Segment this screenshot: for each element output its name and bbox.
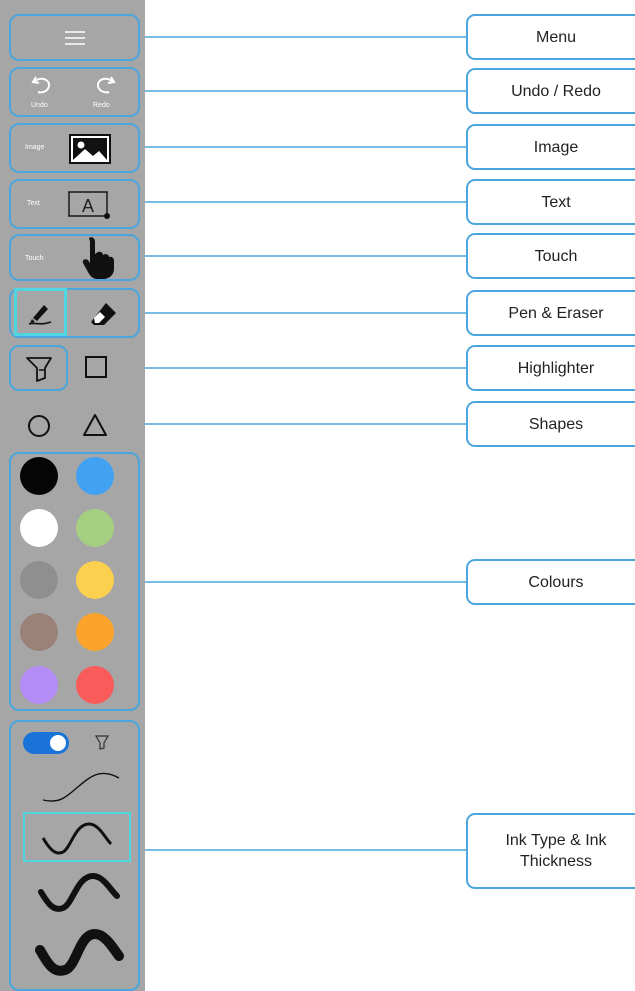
colour-swatch-black[interactable] [20,457,58,495]
image-label: Image [25,144,45,151]
image-button[interactable]: Image [9,123,140,173]
ink-thick-option[interactable] [37,866,123,916]
callout-pen-eraser: Pen & Eraser [466,290,635,336]
callout-ink: Ink Type & Ink Thickness [466,813,635,889]
colour-swatch-orange[interactable] [76,613,114,651]
colour-swatch-yellow[interactable] [76,561,114,599]
pen-icon [28,305,52,325]
redo-label: Redo [93,102,110,109]
undo-redo-group: Undo Redo [9,67,140,117]
pencil-tip-icon [95,735,109,750]
pen-button[interactable] [14,288,67,336]
callout-image: Image [466,124,635,170]
triangle-icon[interactable] [82,412,108,438]
undo-button[interactable]: Undo [11,69,73,115]
callout-touch: Touch [466,233,635,279]
callout-shapes: Shapes [466,401,635,447]
ink-extra-thick-option[interactable] [35,920,125,982]
ink-medium-stroke [41,822,113,855]
ink-thin-option[interactable] [39,766,123,806]
redo-icon [96,76,116,94]
menu-button[interactable] [9,14,140,61]
callout-menu: Menu [466,14,635,60]
undo-icon [31,76,51,94]
image-icon [69,134,111,164]
toggle-knob [50,735,66,751]
highlighter-button[interactable] [9,345,68,391]
toolbar-sidebar: Undo Redo Image Text A Touch [0,0,145,991]
rectangle-icon[interactable] [84,355,108,379]
text-button[interactable]: Text A [9,179,140,229]
eraser-icon [91,303,116,325]
callout-colours: Colours [466,559,635,605]
ink-medium-option[interactable] [23,812,131,862]
circle-icon[interactable] [26,413,52,439]
text-label: Text [27,200,40,207]
hamburger-icon [65,31,85,45]
callout-highlighter: Highlighter [466,345,635,391]
text-box-icon: A [68,191,110,219]
touch-button[interactable]: Touch [9,234,140,281]
colour-swatch-white[interactable] [20,509,58,547]
colour-swatch-blue[interactable] [76,457,114,495]
redo-button[interactable]: Redo [73,69,138,115]
colour-swatch-grey[interactable] [20,561,58,599]
eraser-button[interactable] [73,290,138,336]
colour-swatch-green[interactable] [76,509,114,547]
colour-swatch-brown[interactable] [20,613,58,651]
touch-label: Touch [25,255,44,262]
callout-text: Text [466,179,635,225]
pen-eraser-group [9,288,140,338]
ink-type-toggle[interactable] [23,732,69,754]
callout-undo-redo: Undo / Redo [466,68,635,114]
highlighter-icon [26,357,52,382]
ink-panel [9,720,140,991]
hand-pointer-icon [82,237,114,279]
undo-label: Undo [31,102,48,109]
colour-swatch-purple[interactable] [20,666,58,704]
svg-text:A: A [82,196,94,216]
colour-swatch-red[interactable] [76,666,114,704]
